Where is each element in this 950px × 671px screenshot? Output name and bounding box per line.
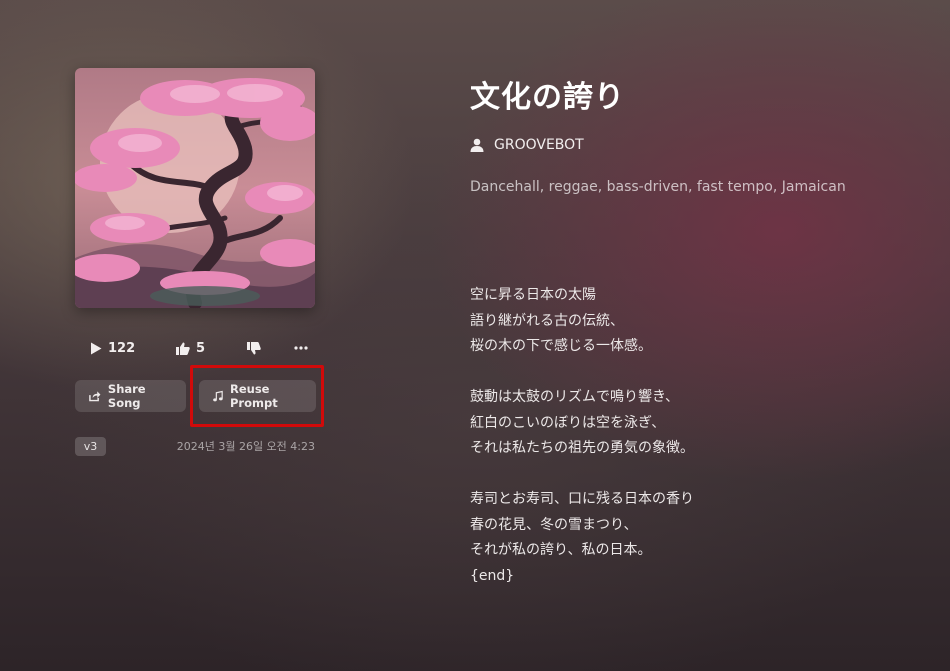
play-button[interactable]: 122	[90, 333, 135, 363]
like-count: 5	[196, 340, 206, 356]
highlight-box	[190, 365, 324, 427]
share-song-button[interactable]: Share Song	[75, 380, 186, 412]
share-song-label: Share Song	[107, 382, 146, 410]
more-options-button[interactable]	[294, 333, 308, 363]
thumbs-up-icon	[176, 342, 190, 355]
song-stats: 122 5	[75, 333, 315, 363]
artist-name: GROOVEBOT	[494, 137, 584, 153]
song-lyrics: 空に昇る日本の太陽 語り継がれる古の伝統、 桜の木の下で感じる一体感。 鼓動は太…	[470, 287, 694, 584]
version-badge: v3	[75, 437, 106, 456]
play-icon	[91, 342, 102, 354]
play-count: 122	[108, 340, 136, 356]
song-title: 文化の誇り	[470, 80, 625, 115]
more-icon	[294, 346, 308, 350]
created-date: 2024년 3월 26일 오전 4:23	[176, 440, 315, 453]
song-style-tags: Dancehall, reggae, bass-driven, fast tem…	[470, 179, 846, 195]
artist-link[interactable]: GROOVEBOT	[470, 135, 584, 155]
dislike-button[interactable]	[247, 333, 261, 363]
cover-art	[75, 68, 315, 308]
cherry-blossom-illustration	[75, 68, 315, 308]
like-button[interactable]: 5	[176, 333, 205, 363]
thumbs-down-icon	[247, 341, 261, 354]
share-icon	[89, 391, 101, 402]
user-icon	[470, 138, 484, 152]
